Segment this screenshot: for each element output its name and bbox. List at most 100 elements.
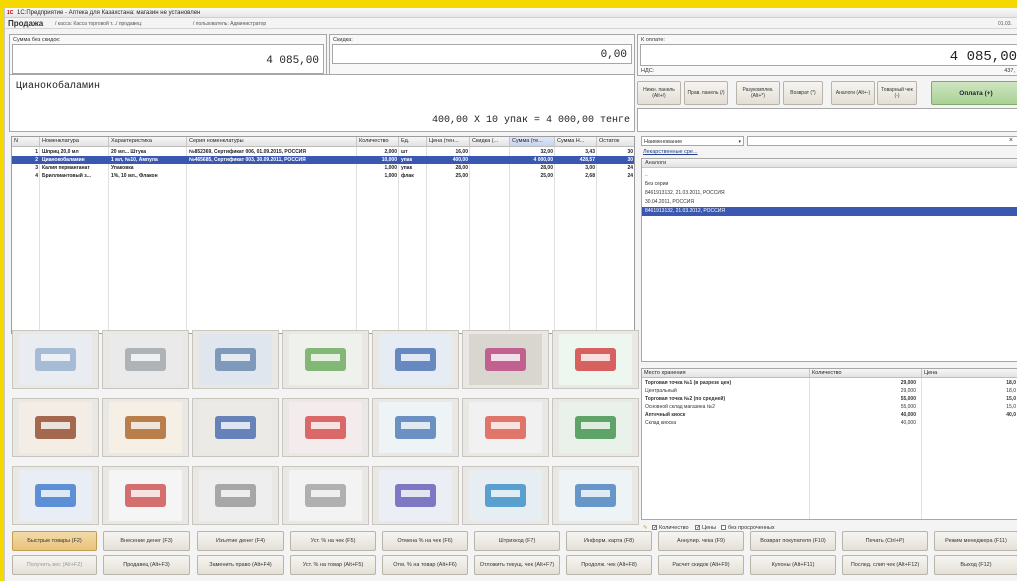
column-header[interactable]: Скидка (... bbox=[470, 137, 510, 147]
title-bar: 1C 1С:Предприятие - Аптека для Казахстан… bbox=[5, 8, 1017, 18]
function-button[interactable]: Выход (F12) bbox=[934, 555, 1017, 575]
discount-field[interactable]: 0,00 bbox=[332, 44, 632, 64]
stock-table: Место хранения Количество Цена Торговая точ… bbox=[641, 368, 1017, 520]
function-button[interactable]: Отм. % на товар (Alt+F6) bbox=[382, 555, 468, 575]
pay-button[interactable]: Оплата (+) bbox=[931, 81, 1017, 105]
to-pay-value: 4 085,00 bbox=[949, 49, 1017, 65]
receipt-button[interactable]: Товарный чек (-) bbox=[877, 81, 917, 105]
stock-quantity: 29,000 bbox=[900, 388, 916, 394]
drug-group-link[interactable]: Лекарственные сре... bbox=[643, 149, 698, 155]
product-image bbox=[199, 402, 272, 453]
right-panel-button[interactable]: Прав. панель (/) bbox=[684, 81, 728, 105]
product-label-shape bbox=[490, 422, 521, 429]
stock-quantity: 40,000 bbox=[900, 420, 916, 426]
search-input[interactable]: × bbox=[747, 136, 1017, 146]
function-button[interactable]: Аннулир. чека (F9) bbox=[658, 531, 744, 551]
function-button[interactable]: Режим менеджера (F11) bbox=[934, 531, 1017, 551]
function-button[interactable]: Отмена % на чек (F6) bbox=[382, 531, 468, 551]
quick-product-tile[interactable] bbox=[552, 398, 639, 457]
function-button[interactable]: Отложить текущ. чек (Alt+F7) bbox=[474, 555, 560, 575]
table-cell bbox=[187, 172, 357, 180]
quick-product-tile[interactable] bbox=[282, 330, 369, 389]
column-header[interactable]: Серия номенклатуры bbox=[187, 137, 357, 147]
quick-product-tile[interactable] bbox=[12, 466, 99, 525]
column-header[interactable]: Сумма (те... bbox=[510, 137, 555, 147]
table-row[interactable]: 4 Бриллиантовый з... 1%, 10 мл., Флакон 1,0… bbox=[12, 172, 634, 180]
table-row[interactable]: 1 Шприц 20,0 мл 20 мл... Штука №852369, Сер… bbox=[12, 148, 634, 156]
function-button[interactable]: Продавец (Alt+F3) bbox=[103, 555, 190, 575]
form-title: Продажа bbox=[8, 19, 44, 28]
column-header[interactable]: N bbox=[12, 137, 40, 147]
quick-product-tile[interactable] bbox=[462, 398, 549, 457]
function-button[interactable]: Информ. карта (F8) bbox=[566, 531, 652, 551]
function-button[interactable]: Послед. слип чек (Alt+F12) bbox=[842, 555, 928, 575]
quick-product-tile[interactable] bbox=[192, 330, 279, 389]
column-header[interactable]: Количество bbox=[357, 137, 399, 147]
quick-product-tile[interactable] bbox=[462, 330, 549, 389]
price-checkbox[interactable]: ✓ bbox=[695, 525, 700, 531]
table-row[interactable]: 3 Калия перманганат Упаковка 1,000 упак 28,00… bbox=[12, 164, 634, 172]
stock-location: Основной склад магазина №2 bbox=[645, 404, 715, 410]
table-row[interactable]: 2 Цианокобаламин 1 мл, №10, Ампула №465685,… bbox=[12, 156, 634, 164]
expired-checkbox[interactable] bbox=[721, 525, 726, 530]
stock-location: Торговая точка №1 (в разрезе цен) bbox=[645, 380, 732, 386]
list-item[interactable]: 8461913132, 21.03.2011, РОССИЯ bbox=[642, 189, 1017, 198]
function-button[interactable]: Внесение денег (F3) bbox=[103, 531, 190, 551]
return-button[interactable]: Возврат (*) bbox=[783, 81, 823, 105]
function-button[interactable]: Уст. % на чек (F5) bbox=[290, 531, 376, 551]
search-field-select[interactable]: Наименование ▾ bbox=[641, 136, 744, 146]
function-button[interactable]: Продолж. чек (Alt+F8) bbox=[566, 555, 652, 575]
quick-product-tile[interactable] bbox=[102, 466, 189, 525]
column-header[interactable]: Характеристика bbox=[109, 137, 187, 147]
function-button[interactable]: Расчет скидок (Alt+F9) bbox=[658, 555, 744, 575]
stock-price: 18,0 bbox=[1006, 388, 1016, 394]
function-button[interactable]: Заменить право (Alt+F4) bbox=[197, 555, 284, 575]
column-header[interactable]: Цена (тен... bbox=[427, 137, 470, 147]
quick-product-tile[interactable] bbox=[372, 466, 459, 525]
qty-checkbox[interactable]: ✓ bbox=[652, 525, 657, 531]
quick-product-tile[interactable] bbox=[12, 398, 99, 457]
quick-product-tile[interactable] bbox=[102, 398, 189, 457]
list-item[interactable]: Без серии bbox=[642, 180, 1017, 189]
quick-product-tile[interactable] bbox=[552, 466, 639, 525]
function-button[interactable]: Возврат покупателя (F10) bbox=[750, 531, 836, 551]
list-item[interactable]: 8461913132, 21.03.2012, РОССИЯ bbox=[642, 207, 1017, 216]
quick-product-tile[interactable] bbox=[372, 330, 459, 389]
product-label-shape bbox=[40, 354, 71, 361]
function-button[interactable]: Печать (Ctrl+P) bbox=[842, 531, 928, 551]
function-button[interactable]: Штрихкод (F7) bbox=[474, 531, 560, 551]
stock-row: Центральный 29,000 18,0 bbox=[642, 387, 1017, 395]
quick-product-tile[interactable] bbox=[462, 466, 549, 525]
quick-product-tile[interactable] bbox=[282, 398, 369, 457]
analogs-button[interactable]: Аналоги (Alt+-) bbox=[831, 81, 875, 105]
table-cell: 1 bbox=[35, 149, 38, 155]
quick-product-tile[interactable] bbox=[192, 398, 279, 457]
column-header[interactable]: Остаток bbox=[597, 137, 634, 147]
list-item[interactable]: 30.04.2011, РОССИЯ bbox=[642, 198, 1017, 207]
table-cell: 10,000 bbox=[381, 157, 397, 163]
clear-icon[interactable]: × bbox=[1009, 137, 1013, 144]
quick-product-tile[interactable] bbox=[552, 330, 639, 389]
table-cell: 24 bbox=[627, 173, 633, 179]
quick-product-tile[interactable] bbox=[282, 466, 369, 525]
function-button[interactable]: Купоны (Alt+F11) bbox=[750, 555, 836, 575]
function-button[interactable]: Уст. % на товар (Alt+F5) bbox=[290, 555, 376, 575]
kassa-info: / касса: Касса торговой т.../ продавец: bbox=[55, 21, 143, 27]
function-button[interactable]: Изъятие денег (F4) bbox=[197, 531, 284, 551]
quick-product-tile[interactable] bbox=[192, 466, 279, 525]
table-cell: 28,00 bbox=[455, 165, 468, 171]
quick-product-tile[interactable] bbox=[372, 398, 459, 457]
column-header[interactable]: Номенклатура bbox=[40, 137, 109, 147]
analog-list[interactable]: Аналоги .. Без серии 8461913132, 21.03.201… bbox=[641, 158, 1017, 362]
quick-product-tile[interactable] bbox=[12, 330, 99, 389]
cart-table[interactable]: N Номенклатура Характеристика Серия номенкл… bbox=[11, 136, 635, 334]
stock-location: Центральный bbox=[645, 388, 677, 394]
num-panel-button[interactable]: Нижн. панель (Alt+/) bbox=[637, 81, 681, 105]
column-header[interactable]: Сумма Н... bbox=[555, 137, 597, 147]
quick-product-tile[interactable] bbox=[102, 330, 189, 389]
list-item[interactable]: .. bbox=[642, 171, 1017, 180]
function-button[interactable]: Быстрые товары (F2) bbox=[12, 531, 97, 551]
function-button[interactable]: Получить вес (Alt+F2) bbox=[12, 555, 97, 575]
column-header[interactable]: Ед. bbox=[399, 137, 427, 147]
unpack-button[interactable]: Разукомплек. (Alt+*) bbox=[736, 81, 780, 105]
